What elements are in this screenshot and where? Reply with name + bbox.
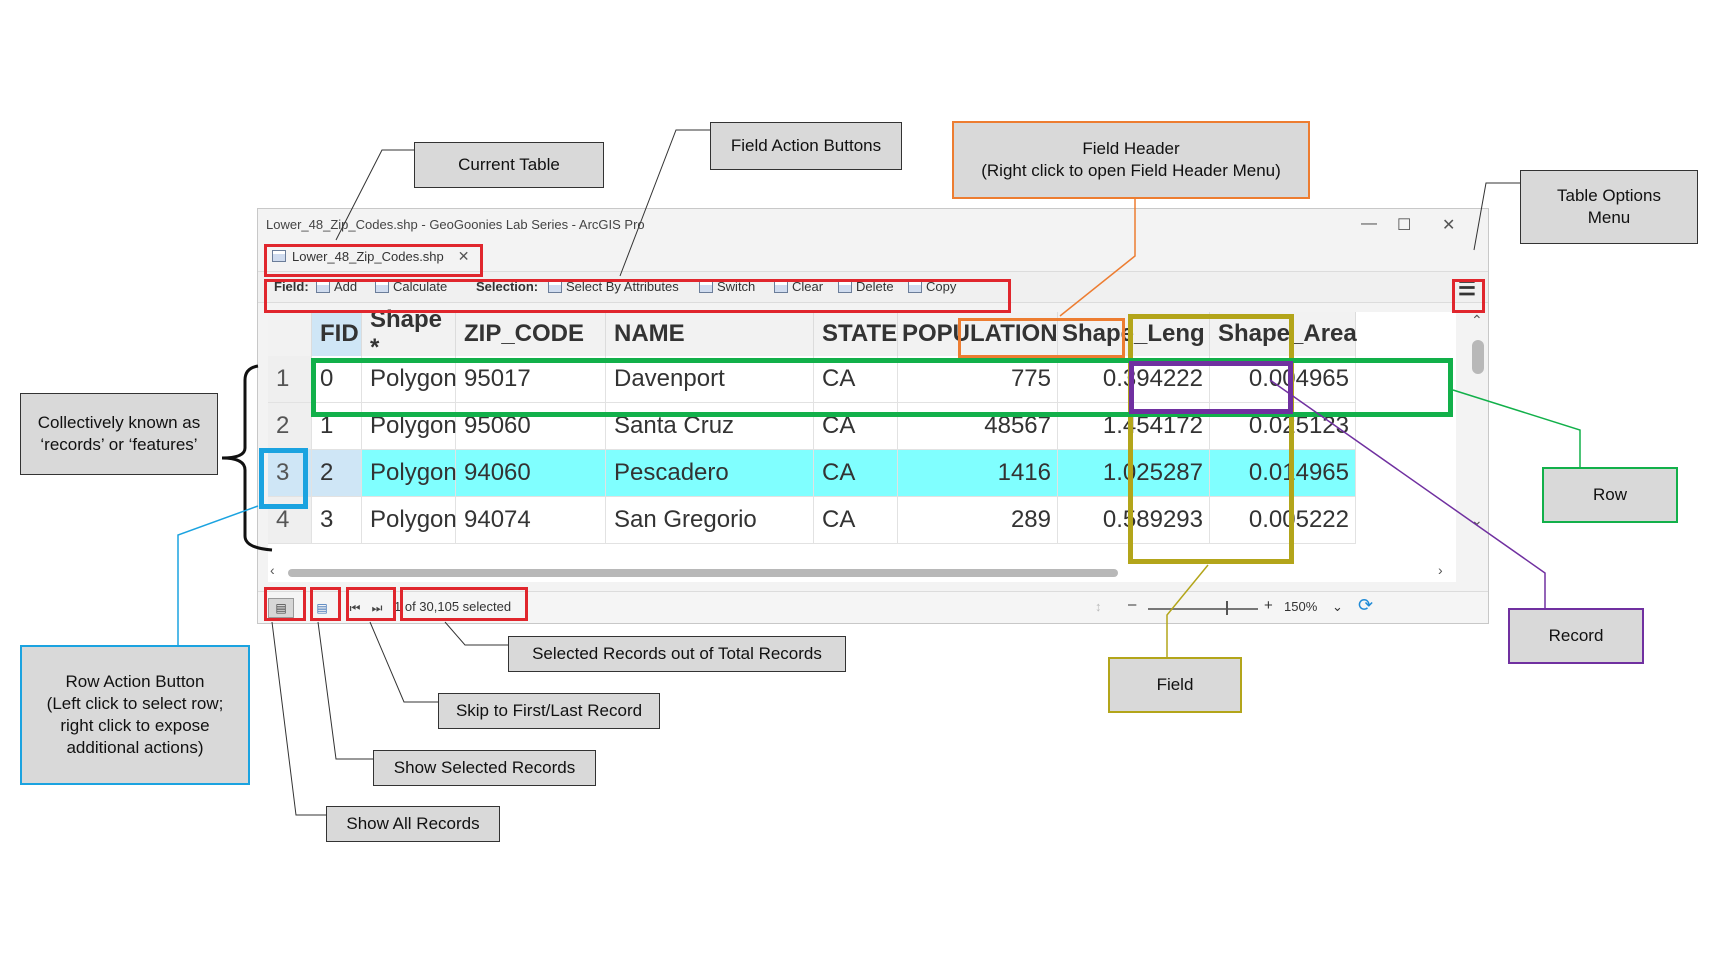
row-action-button[interactable]: 1 [268, 356, 312, 403]
column-header-name[interactable]: NAME [606, 312, 814, 356]
zoom-dropdown-icon[interactable]: ⌄ [1332, 599, 1343, 615]
column-header-shape[interactable]: Shape * [362, 306, 456, 361]
corner-cell[interactable] [268, 312, 312, 356]
table-cell[interactable]: Pescadero [606, 450, 814, 497]
callout-show-all: Show All Records [326, 806, 500, 842]
table-cell[interactable]: 289 [898, 497, 1058, 544]
zoom-level[interactable]: 150% [1284, 599, 1317, 614]
scroll-right-icon[interactable]: › [1438, 562, 1443, 578]
callout-skip-first-last: Skip to First/Last Record [438, 693, 660, 729]
field-highlight [1128, 314, 1294, 564]
connector-skip [369, 621, 438, 703]
table-cell[interactable]: CA [814, 450, 898, 497]
table-options-highlight [1452, 279, 1485, 313]
row-action-highlight [259, 448, 308, 509]
callout-show-selected: Show Selected Records [373, 750, 596, 786]
table-cell[interactable]: Polygon [362, 497, 457, 544]
connector-show-selected [317, 621, 373, 760]
callout-field-action-buttons: Field Action Buttons [710, 122, 902, 170]
connector-row-action [177, 505, 259, 648]
table-cell[interactable]: 3 [312, 497, 362, 544]
connector-show-all [271, 621, 326, 816]
zoom-slider[interactable] [1148, 608, 1258, 610]
refresh-icon[interactable]: ⟳ [1358, 595, 1373, 616]
record-highlight [1129, 361, 1293, 414]
window-title: Lower_48_Zip_Codes.shp - GeoGoonies Lab … [266, 217, 645, 232]
callout-records-features: Collectively known as ‘records’ or ‘feat… [20, 393, 218, 475]
zoom-slider-thumb[interactable] [1226, 601, 1228, 615]
callout-field-header: Field Header (Right click to open Field … [952, 121, 1310, 199]
scroll-up-icon[interactable]: ⌃ [1471, 312, 1483, 329]
selected-count-highlight [400, 587, 528, 621]
callout-field: Field [1108, 657, 1242, 713]
field-action-buttons-highlight [264, 279, 1011, 313]
horizontal-scroll-thumb[interactable] [288, 569, 1118, 577]
table-cell[interactable]: 1416 [898, 450, 1058, 497]
callout-current-table: Current Table [414, 142, 604, 188]
show-all-records-highlight [264, 587, 306, 621]
scroll-down-icon[interactable]: ⌄ [1471, 512, 1483, 529]
resize-icon: ↕ [1095, 599, 1102, 614]
column-header-zip-code[interactable]: ZIP_CODE [456, 312, 606, 356]
table-cell[interactable]: 94074 [456, 497, 606, 544]
callout-record: Record [1508, 608, 1644, 664]
horizontal-scrollbar[interactable]: ‹ › [268, 561, 1456, 583]
current-table-highlight [264, 244, 483, 277]
scroll-left-icon[interactable]: ‹ [270, 562, 275, 578]
table-cell[interactable]: CA [814, 497, 898, 544]
minimize-icon[interactable]: — [1361, 215, 1377, 233]
table-cell[interactable]: 2 [312, 450, 362, 497]
vertical-scroll-thumb[interactable] [1472, 340, 1484, 374]
zoom-out-icon[interactable]: – [1128, 596, 1136, 613]
callout-row: Row [1542, 467, 1678, 523]
callout-row-action-button: Row Action Button (Left click to select … [20, 645, 250, 785]
maximize-icon[interactable]: ☐ [1397, 215, 1411, 235]
connector-selected-count [444, 621, 508, 646]
callout-table-options-menu: Table Options Menu [1520, 170, 1698, 244]
callout-selected-records: Selected Records out of Total Records [508, 636, 846, 672]
field-header-highlight [958, 318, 1125, 358]
column-header-fid[interactable]: FID [312, 312, 362, 356]
skip-first-last-highlight [346, 587, 396, 621]
column-header-state[interactable]: STATE [814, 312, 898, 356]
table-cell[interactable]: San Gregorio [606, 497, 814, 544]
vertical-scrollbar[interactable]: ⌃ ⌄ [1468, 312, 1486, 582]
row-action-button[interactable]: 2 [268, 403, 312, 450]
show-selected-records-highlight [310, 587, 341, 621]
close-icon[interactable]: ✕ [1442, 215, 1455, 235]
table-cell[interactable]: Polygon [362, 450, 457, 497]
table-cell[interactable]: 94060 [456, 450, 606, 497]
zoom-in-icon[interactable]: + [1264, 597, 1273, 614]
